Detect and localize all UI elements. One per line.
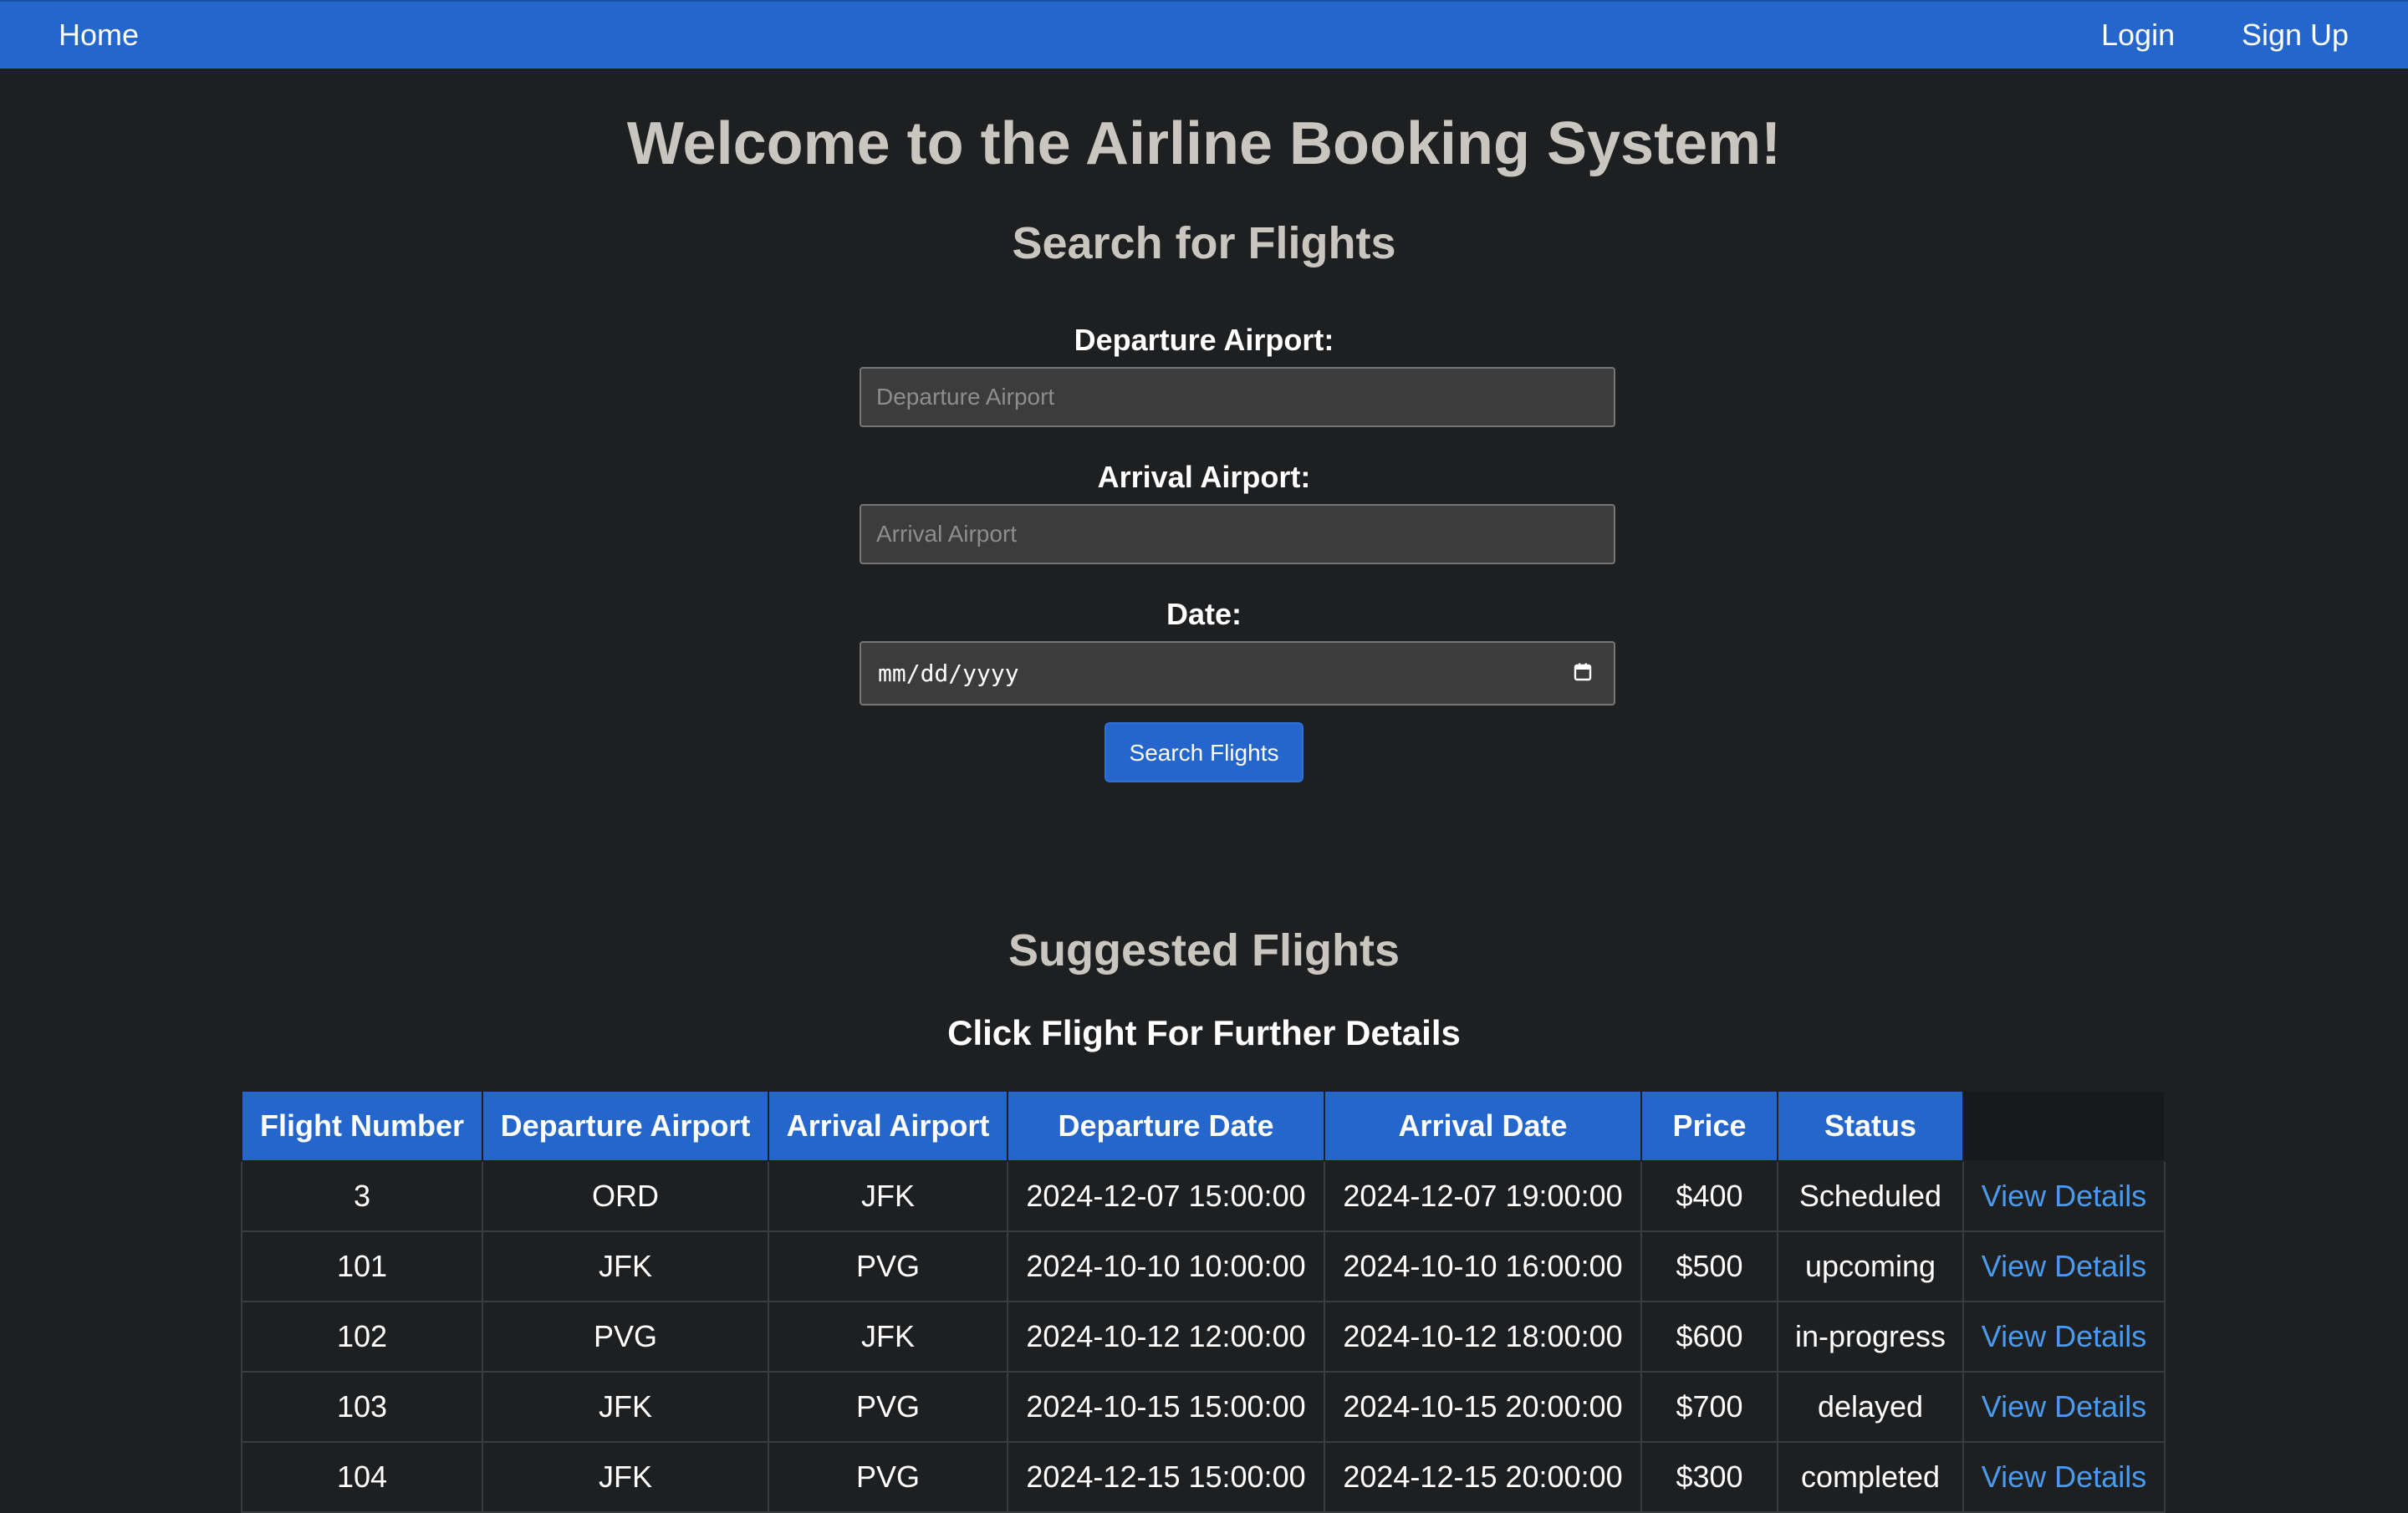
- cell-price: $700: [1640, 1371, 1778, 1443]
- date-input[interactable]: mm/dd/yyyy: [860, 641, 1615, 706]
- view-details-link[interactable]: View Details: [1982, 1460, 2146, 1494]
- arrival-airport-label: Arrival Airport:: [1097, 460, 1311, 494]
- cell-departure-date: 2024-12-07 15:00:00: [1007, 1160, 1325, 1232]
- table-row[interactable]: 104 JFK PVG 2024-12-15 15:00:00 2024-12-…: [241, 1441, 2166, 1513]
- suggested-flights-title: Suggested Flights: [1008, 925, 1400, 976]
- header-arrival-date: Arrival Date: [1324, 1090, 1642, 1162]
- arrival-airport-input[interactable]: [860, 504, 1615, 564]
- cell-departure-airport: JFK: [482, 1230, 769, 1302]
- cell-arrival-date: 2024-12-07 19:00:00: [1324, 1160, 1642, 1232]
- top-navbar: Home Login Sign Up: [0, 0, 2408, 69]
- table-row[interactable]: 3 ORD JFK 2024-12-07 15:00:00 2024-12-07…: [241, 1160, 2166, 1232]
- header-status: Status: [1777, 1090, 1964, 1162]
- view-details-link[interactable]: View Details: [1982, 1249, 2146, 1283]
- cell-flight-number: 101: [241, 1230, 483, 1302]
- view-details-link[interactable]: View Details: [1982, 1179, 2146, 1213]
- departure-airport-label: Departure Airport:: [1074, 323, 1334, 357]
- cell-price: $400: [1640, 1160, 1778, 1232]
- search-flights-button[interactable]: Search Flights: [1105, 722, 1303, 782]
- cell-status: in-progress: [1777, 1301, 1964, 1373]
- cell-action: View Details: [1962, 1230, 2166, 1302]
- departure-airport-input[interactable]: [860, 367, 1615, 427]
- header-departure-date: Departure Date: [1007, 1090, 1325, 1162]
- cell-arrival-airport: JFK: [768, 1160, 1008, 1232]
- cell-status: Scheduled: [1777, 1160, 1964, 1232]
- cell-arrival-date: 2024-10-15 20:00:00: [1324, 1371, 1642, 1443]
- cell-arrival-airport: PVG: [768, 1441, 1008, 1513]
- view-details-link[interactable]: View Details: [1982, 1319, 2146, 1353]
- date-label: Date:: [1166, 597, 1242, 631]
- cell-price: $300: [1640, 1441, 1778, 1513]
- view-details-link[interactable]: View Details: [1982, 1389, 2146, 1424]
- header-flight-number: Flight Number: [241, 1090, 483, 1162]
- nav-home-link[interactable]: Home: [59, 2, 139, 69]
- cell-status: upcoming: [1777, 1230, 1964, 1302]
- cell-action: View Details: [1962, 1441, 2166, 1513]
- cell-price: $600: [1640, 1301, 1778, 1373]
- cell-arrival-airport: JFK: [768, 1301, 1008, 1373]
- cell-action: View Details: [1962, 1371, 2166, 1443]
- cell-arrival-date: 2024-12-15 20:00:00: [1324, 1441, 1642, 1513]
- cell-arrival-airport: PVG: [768, 1230, 1008, 1302]
- suggested-flights-subtitle: Click Flight For Further Details: [947, 1013, 1461, 1052]
- header-arrival-airport: Arrival Airport: [768, 1090, 1008, 1162]
- table-row[interactable]: 103 JFK PVG 2024-10-15 15:00:00 2024-10-…: [241, 1371, 2166, 1443]
- cell-departure-airport: PVG: [482, 1301, 769, 1373]
- cell-arrival-date: 2024-10-10 16:00:00: [1324, 1230, 1642, 1302]
- cell-departure-airport: JFK: [482, 1441, 769, 1513]
- cell-flight-number: 102: [241, 1301, 483, 1373]
- cell-flight-number: 3: [241, 1160, 483, 1232]
- cell-action: View Details: [1962, 1160, 2166, 1232]
- header-price: Price: [1640, 1090, 1778, 1162]
- cell-action: View Details: [1962, 1301, 2166, 1373]
- nav-signup-link[interactable]: Sign Up: [2242, 2, 2349, 69]
- table-header-row: Flight Number Departure Airport Arrival …: [241, 1090, 2166, 1162]
- search-section-title: Search for Flights: [1012, 218, 1396, 268]
- cell-departure-date: 2024-12-15 15:00:00: [1007, 1441, 1325, 1513]
- page-title: Welcome to the Airline Booking System!: [626, 110, 1782, 177]
- header-actions-empty: [1962, 1090, 2166, 1162]
- table-row[interactable]: 101 JFK PVG 2024-10-10 10:00:00 2024-10-…: [241, 1230, 2166, 1302]
- flights-table: Flight Number Departure Airport Arrival …: [241, 1090, 2166, 1513]
- cell-arrival-airport: PVG: [768, 1371, 1008, 1443]
- cell-status: delayed: [1777, 1371, 1964, 1443]
- calendar-icon[interactable]: [1574, 663, 1592, 681]
- cell-arrival-date: 2024-10-12 18:00:00: [1324, 1301, 1642, 1373]
- cell-departure-date: 2024-10-15 15:00:00: [1007, 1371, 1325, 1443]
- cell-departure-airport: ORD: [482, 1160, 769, 1232]
- date-input-placeholder: mm/dd/yyyy: [878, 660, 1019, 687]
- nav-login-link[interactable]: Login: [2101, 2, 2175, 69]
- cell-departure-date: 2024-10-10 10:00:00: [1007, 1230, 1325, 1302]
- cell-departure-date: 2024-10-12 12:00:00: [1007, 1301, 1325, 1373]
- cell-price: $500: [1640, 1230, 1778, 1302]
- cell-flight-number: 103: [241, 1371, 483, 1443]
- table-row[interactable]: 102 PVG JFK 2024-10-12 12:00:00 2024-10-…: [241, 1301, 2166, 1373]
- cell-status: completed: [1777, 1441, 1964, 1513]
- cell-flight-number: 104: [241, 1441, 483, 1513]
- header-departure-airport: Departure Airport: [482, 1090, 769, 1162]
- cell-departure-airport: JFK: [482, 1371, 769, 1443]
